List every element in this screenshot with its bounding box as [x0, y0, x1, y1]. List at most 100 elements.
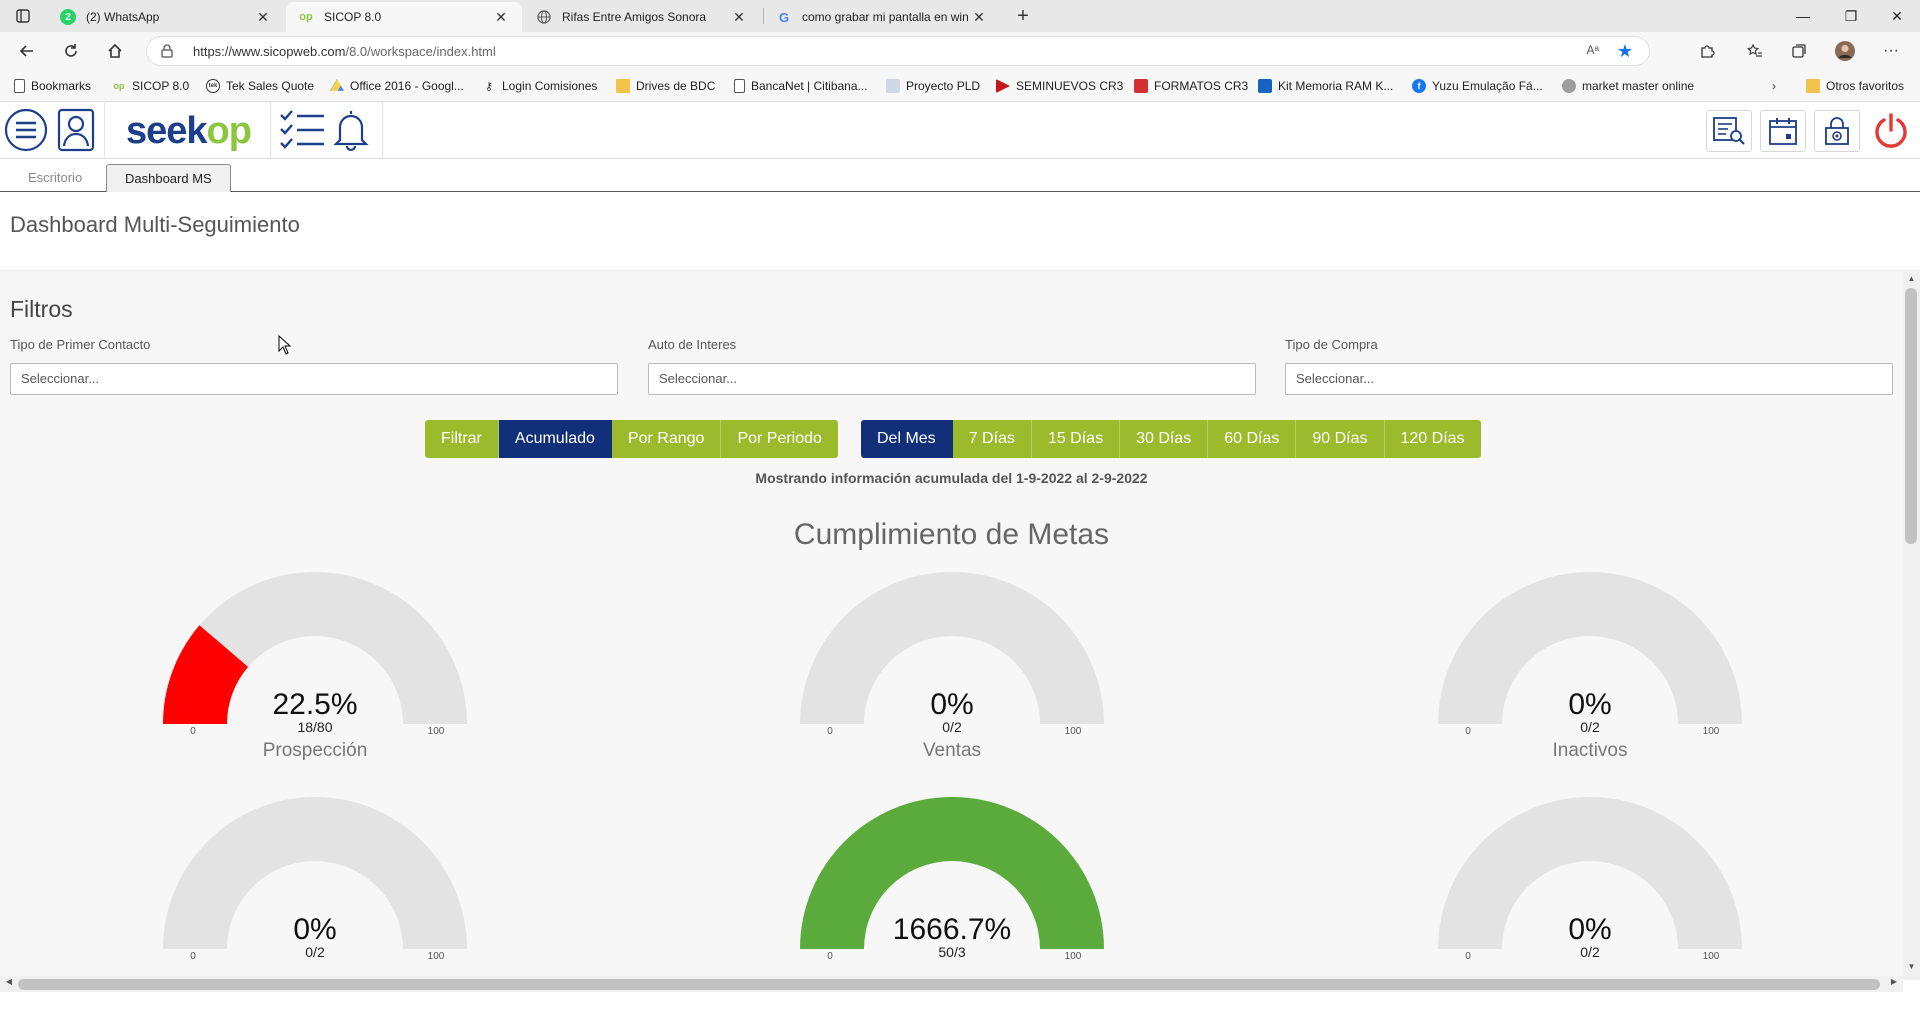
120-dias-button[interactable]: 120 Días	[1384, 420, 1481, 458]
horizontal-scroll-thumb[interactable]	[18, 979, 1880, 990]
scroll-down-arrow-icon[interactable]: ▼	[1903, 962, 1920, 976]
bookmark-item[interactable]: Proyecto PLD	[886, 77, 980, 95]
del-mes-button[interactable]: Del Mes	[861, 420, 953, 458]
notification-bell-icon[interactable]	[330, 106, 372, 154]
minimize-button[interactable]: —	[1780, 0, 1826, 32]
read-aloud-icon[interactable]: Aᵃ	[1587, 43, 1599, 57]
filter-label-tipo-compra: Tipo de Compra	[1285, 337, 1378, 352]
seminuevos-icon	[996, 79, 1010, 93]
filters-heading: Filtros	[10, 296, 73, 322]
bookmark-item[interactable]: market master online	[1562, 77, 1694, 95]
tab-title: Rifas Entre Amigos Sonora	[562, 10, 707, 24]
acumulado-button[interactable]: Acumulado	[498, 420, 612, 458]
bookmark-item[interactable]: FORMATOS CR3	[1134, 77, 1248, 95]
browser-tab-sicop[interactable]: op SICOP 8.0 ✕	[286, 2, 522, 32]
extensions-icon[interactable]	[1694, 39, 1720, 63]
browser-tab-google[interactable]: G como grabar mi pantalla en win ✕	[764, 2, 1000, 32]
filter-label-auto-interes: Auto de Interes	[648, 337, 737, 352]
gauge-max-label: 100	[427, 951, 445, 962]
power-off-icon[interactable]	[1866, 110, 1916, 152]
task-list-icon[interactable]	[278, 108, 326, 152]
lock-icon[interactable]	[161, 44, 173, 63]
tab-actions-icon[interactable]	[10, 6, 36, 26]
app-tab-bar: Escritorio Dashboard MS	[0, 160, 1920, 192]
por-periodo-button[interactable]: Por Periodo	[721, 420, 838, 458]
browser-tab-whatsapp[interactable]: 2 (2) WhatsApp ✕	[48, 2, 284, 32]
por-rango-button[interactable]: Por Rango	[611, 420, 722, 458]
header-divider	[104, 102, 105, 159]
bookmark-item[interactable]: Kit Memoria RAM K...	[1258, 77, 1393, 95]
bookmark-item[interactable]: Drives de BDC	[616, 77, 715, 95]
gauge-max-label: 100	[1702, 726, 1720, 737]
gauge-max-label: 100	[1064, 951, 1082, 962]
gauge-min-label: 0	[190, 951, 196, 962]
tek-icon: tek	[206, 79, 220, 93]
scroll-up-arrow-icon[interactable]: ▲	[1903, 274, 1920, 288]
home-icon[interactable]	[102, 39, 128, 63]
close-icon[interactable]: ✕	[492, 9, 510, 26]
gauge-percent: 0%	[293, 913, 337, 946]
lock-screen-button[interactable]	[1814, 110, 1860, 152]
gauge-min-label: 0	[827, 951, 833, 962]
close-icon[interactable]: ✕	[254, 9, 272, 26]
window-close-button[interactable]: ✕	[1874, 0, 1920, 32]
bookmark-item[interactable]: f Yuzu Emulação Fá...	[1412, 77, 1543, 95]
15-dias-button[interactable]: 15 Días	[1031, 420, 1121, 458]
bookmark-item[interactable]: ⚷ Login Comisiones	[482, 77, 597, 95]
gauge-min-label: 0	[1465, 951, 1471, 962]
bookmark-item[interactable]: tek Tek Sales Quote	[206, 77, 314, 95]
60-dias-button[interactable]: 60 Días	[1208, 420, 1297, 458]
page-title: Dashboard Multi-Seguimiento	[10, 212, 300, 237]
app-header: seekop	[0, 102, 1920, 159]
bookmark-item[interactable]: Bookmarks	[14, 77, 91, 95]
vertical-scroll-thumb[interactable]	[1905, 288, 1917, 544]
bookmark-item[interactable]: BancaNet | Citibana...	[734, 77, 868, 95]
google-drive-icon	[330, 79, 344, 91]
gauge-percent: 0%	[930, 688, 974, 721]
gauge-label: Prospección	[262, 740, 368, 761]
url-text: https://www.sicopweb.com/8.0/workspace/i…	[193, 44, 496, 59]
gauge-label: Inactivos	[1552, 740, 1628, 761]
header-divider	[270, 102, 271, 159]
select-auto-interes[interactable]: Seleccionar...	[648, 363, 1256, 395]
tab-dashboard-ms[interactable]: Dashboard MS	[106, 164, 231, 192]
favorites-list-icon[interactable]	[1742, 39, 1768, 63]
close-icon[interactable]: ✕	[730, 9, 748, 26]
back-arrow-icon[interactable]	[14, 39, 40, 63]
bookmark-item[interactable]: op SICOP 8.0	[112, 77, 190, 95]
scroll-right-arrow-icon[interactable]: ▶	[1887, 977, 1901, 991]
tab-escritorio[interactable]: Escritorio	[10, 164, 100, 192]
tab-title: como grabar mi pantalla en win	[802, 10, 969, 24]
reload-icon[interactable]	[58, 39, 84, 63]
calendar-button[interactable]	[1760, 110, 1806, 152]
user-profile-icon[interactable]	[56, 108, 96, 152]
7-dias-button[interactable]: 7 Días	[952, 420, 1032, 458]
menu-icon[interactable]	[4, 108, 48, 152]
close-icon[interactable]: ✕	[970, 9, 988, 26]
restore-button[interactable]: ❐	[1828, 0, 1874, 32]
chevron-right-icon[interactable]: ›	[1772, 77, 1776, 95]
more-options-icon[interactable]: ···	[1878, 39, 1904, 63]
other-bookmarks[interactable]: Otros favoritos	[1806, 77, 1904, 95]
gauge-inactivos: 0% 0/2 0 100 Inactivos	[1430, 572, 1750, 772]
favorite-star-icon[interactable]: ★	[1617, 41, 1633, 62]
select-tipo-compra[interactable]: Seleccionar...	[1285, 363, 1893, 395]
90-dias-button[interactable]: 90 Días	[1296, 420, 1385, 458]
gauge-percent: 1666.7%	[892, 913, 1012, 946]
collections-icon[interactable]	[1786, 39, 1812, 63]
bookmark-item[interactable]: Office 2016 - Googl...	[330, 77, 464, 95]
new-tab-button[interactable]: +	[1010, 4, 1036, 28]
whatsapp-icon: 2	[60, 9, 76, 25]
select-primer-contacto[interactable]: Seleccionar...	[10, 363, 618, 395]
bookmark-item[interactable]: SEMINUEVOS CR3	[996, 77, 1123, 95]
seekop-logo[interactable]: seekop	[126, 110, 252, 153]
tab-title: SICOP 8.0	[324, 10, 382, 24]
mode-button-group: Filtrar Acumulado Por Rango Por Periodo	[425, 420, 838, 458]
30-dias-button[interactable]: 30 Días	[1120, 420, 1209, 458]
filtrar-button[interactable]: Filtrar	[425, 420, 499, 458]
profile-avatar[interactable]	[1832, 39, 1858, 63]
browser-tab-rifas[interactable]: Rifas Entre Amigos Sonora ✕	[524, 2, 760, 32]
scroll-left-arrow-icon[interactable]: ◀	[2, 977, 16, 991]
report-search-button[interactable]	[1706, 110, 1752, 152]
address-bar[interactable]: https://www.sicopweb.com/8.0/workspace/i…	[146, 36, 1650, 66]
